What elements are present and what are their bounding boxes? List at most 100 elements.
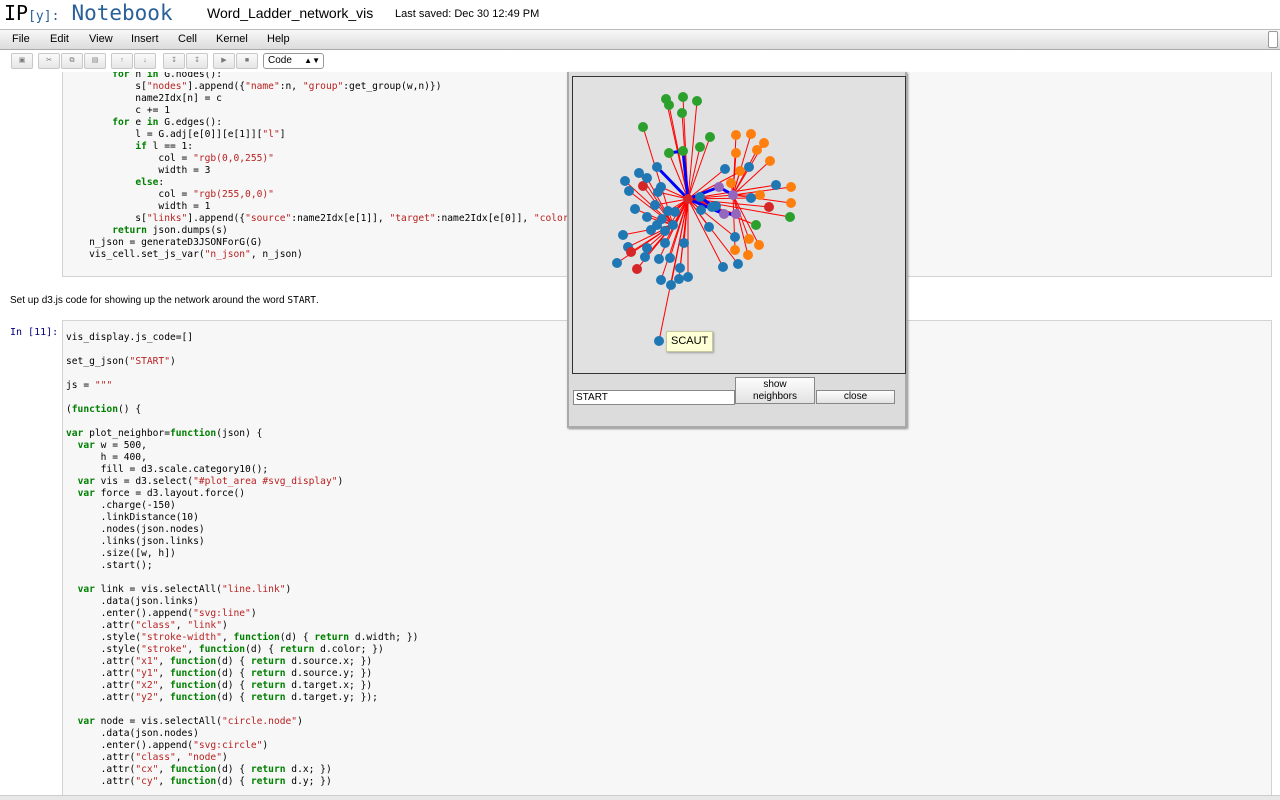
graph-node[interactable] <box>642 173 652 183</box>
graph-node[interactable] <box>692 96 702 106</box>
save-icon[interactable]: ▣ <box>11 53 33 69</box>
notebook-name[interactable]: Word_Ladder_network_vis <box>207 5 373 21</box>
paste-icon[interactable]: ▤ <box>84 53 106 69</box>
graph-node[interactable] <box>704 222 714 232</box>
graph-node[interactable] <box>731 209 741 219</box>
graph-node[interactable] <box>638 122 648 132</box>
horizontal-scrollbar[interactable] <box>0 795 1280 800</box>
graph-node[interactable] <box>743 250 753 260</box>
graph-node[interactable] <box>632 264 642 274</box>
network-graph[interactable] <box>573 77 907 375</box>
graph-node[interactable] <box>679 238 689 248</box>
menu-insert[interactable]: Insert <box>131 33 159 45</box>
menu-kernel[interactable]: Kernel <box>216 33 248 45</box>
graph-node[interactable] <box>668 220 678 230</box>
graph-node[interactable] <box>719 209 729 219</box>
graph-node[interactable] <box>720 164 730 174</box>
graph-node[interactable] <box>726 178 736 188</box>
graph-node[interactable] <box>735 166 745 176</box>
graph-node[interactable] <box>785 212 795 222</box>
graph-node[interactable] <box>665 253 675 263</box>
graph-node[interactable] <box>661 94 671 104</box>
graph-node[interactable] <box>718 262 728 272</box>
graph-node[interactable] <box>764 202 774 212</box>
graph-node[interactable] <box>624 186 634 196</box>
insert-above-icon[interactable]: ↧ <box>163 53 185 69</box>
graph-node[interactable] <box>746 193 756 203</box>
ipython-logo[interactable]: IP[y]: Notebook <box>4 1 173 25</box>
graph-node[interactable] <box>751 220 761 230</box>
graph-node[interactable] <box>731 148 741 158</box>
graph-node[interactable] <box>786 198 796 208</box>
graph-node[interactable] <box>660 226 670 236</box>
markdown-cell[interactable]: Set up d3.js code for showing up the net… <box>10 295 319 306</box>
show-neighbors-button[interactable]: show neighbors <box>735 377 815 404</box>
graph-node[interactable] <box>678 92 688 102</box>
node-tooltip: SCAUT <box>666 331 714 352</box>
move-down-icon[interactable]: ↓ <box>134 53 156 69</box>
graph-node[interactable] <box>626 247 636 257</box>
graph-node[interactable] <box>618 230 628 240</box>
graph-node[interactable] <box>707 202 717 212</box>
graph-node[interactable] <box>731 130 741 140</box>
menu-cell[interactable]: Cell <box>178 33 197 45</box>
graph-node[interactable] <box>656 182 666 192</box>
graph-node[interactable] <box>652 220 662 230</box>
graph-node[interactable] <box>678 146 688 156</box>
graph-node[interactable] <box>683 272 693 282</box>
graph-node[interactable] <box>683 194 693 204</box>
cell-type-select[interactable]: Code ▲▼ <box>263 53 324 69</box>
graph-node[interactable] <box>650 200 660 210</box>
graph-node[interactable] <box>666 280 676 290</box>
menu-help[interactable]: Help <box>267 33 290 45</box>
graph-node[interactable] <box>765 156 775 166</box>
plot-area[interactable] <box>572 76 906 374</box>
menu-file[interactable]: File <box>12 33 30 45</box>
graph-node[interactable] <box>674 274 684 284</box>
menu-edit[interactable]: Edit <box>50 33 69 45</box>
graph-node[interactable] <box>640 252 650 262</box>
graph-node[interactable] <box>642 243 652 253</box>
graph-node[interactable] <box>728 190 738 200</box>
copy-icon[interactable]: ⧉ <box>61 53 83 69</box>
menu-view[interactable]: View <box>89 33 113 45</box>
graph-node[interactable] <box>696 205 706 215</box>
code-cell-2-input[interactable]: vis_display.js_code=[] set_g_json("START… <box>66 320 418 788</box>
word-input[interactable]: START <box>573 390 735 405</box>
graph-node[interactable] <box>730 232 740 242</box>
graph-node[interactable] <box>675 263 685 273</box>
cut-icon[interactable]: ✂ <box>38 53 60 69</box>
close-button[interactable]: close <box>816 390 895 404</box>
graph-node[interactable] <box>654 336 664 346</box>
graph-node[interactable] <box>695 192 705 202</box>
graph-node[interactable] <box>771 180 781 190</box>
graph-node[interactable] <box>786 182 796 192</box>
graph-node[interactable] <box>630 204 640 214</box>
graph-node[interactable] <box>695 142 705 152</box>
graph-node[interactable] <box>752 145 762 155</box>
graph-node[interactable] <box>660 238 670 248</box>
menubar-collapse-handle[interactable] <box>1268 31 1278 48</box>
move-up-icon[interactable]: ↑ <box>111 53 133 69</box>
graph-node[interactable] <box>744 162 754 172</box>
graph-node[interactable] <box>733 259 743 269</box>
graph-node[interactable] <box>664 148 674 158</box>
graph-node[interactable] <box>654 254 664 264</box>
graph-node[interactable] <box>612 258 622 268</box>
run-icon[interactable]: ▶ <box>213 53 235 69</box>
graph-node[interactable] <box>744 234 754 244</box>
graph-node[interactable] <box>652 162 662 172</box>
interrupt-icon[interactable]: ■ <box>236 53 258 69</box>
graph-node[interactable] <box>670 207 680 217</box>
graph-node[interactable] <box>755 190 765 200</box>
graph-node[interactable] <box>677 108 687 118</box>
insert-below-icon[interactable]: ↧ <box>186 53 208 69</box>
graph-node[interactable] <box>620 176 630 186</box>
graph-node[interactable] <box>656 275 666 285</box>
graph-node[interactable] <box>754 240 764 250</box>
graph-node[interactable] <box>730 245 740 255</box>
graph-node[interactable] <box>746 129 756 139</box>
graph-node[interactable] <box>714 182 724 192</box>
graph-node[interactable] <box>705 132 715 142</box>
graph-node[interactable] <box>642 212 652 222</box>
